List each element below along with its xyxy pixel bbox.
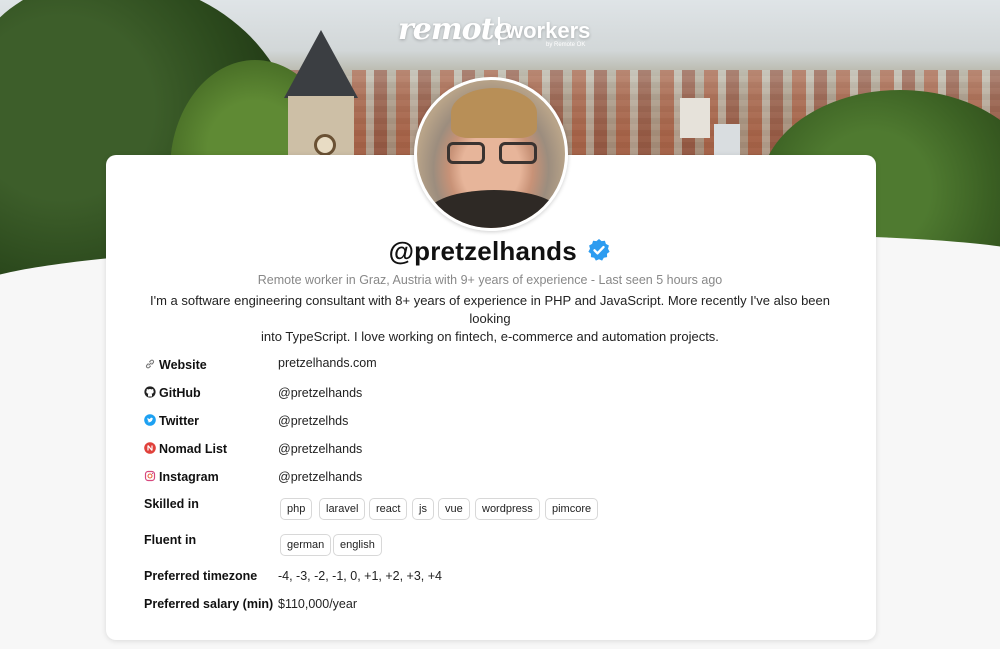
twitter-label: Twitter [144, 414, 199, 428]
instagram-link[interactable]: @pretzelhands [278, 470, 362, 484]
salary-value: $110,000/year [278, 597, 357, 611]
language-tag-english[interactable]: english [333, 534, 382, 556]
skill-tag-js[interactable]: js [412, 498, 434, 520]
hero-building [680, 98, 710, 138]
profile-handle: @pretzelhands [388, 236, 577, 266]
instagram-label: Instagram [144, 470, 219, 484]
salary-label: Preferred salary (min) [144, 597, 274, 611]
github-label: GitHub [144, 386, 201, 400]
nomadlist-icon [144, 442, 156, 454]
nomadlist-link[interactable]: @pretzelhands [278, 442, 362, 456]
skill-tag-php[interactable]: php [280, 498, 313, 520]
profile-heading: @pretzelhands [0, 236, 1000, 267]
avatar[interactable] [414, 77, 568, 231]
nomadlist-label: Nomad List [144, 442, 227, 456]
site-logo[interactable]: remote workers by Remote OK [398, 12, 598, 52]
skill-tag-pimcore[interactable]: pimcore [545, 498, 599, 520]
timezone-label: Preferred timezone [144, 569, 258, 583]
website-link[interactable]: pretzelhands.com [278, 356, 377, 370]
github-icon [144, 386, 156, 398]
logo-divider [498, 17, 500, 45]
logo-byline: by Remote OK [546, 42, 586, 48]
timezone-value: -4, -3, -2, -1, 0, +1, +2, +3, +4 [278, 569, 442, 583]
twitter-link[interactable]: @pretzelhds [278, 414, 348, 428]
profile-subline: Remote worker in Graz, Austria with 9+ y… [257, 273, 723, 287]
clock-tower-illustration [278, 30, 364, 160]
skill-tag-wordpress[interactable]: wordpress [475, 498, 540, 520]
github-link[interactable]: @pretzelhands [278, 386, 362, 400]
skill-tag-react[interactable]: react [369, 498, 408, 520]
twitter-icon [144, 414, 156, 426]
website-label: Website [144, 358, 207, 372]
verified-badge-icon [588, 238, 610, 261]
skill-tag-laravel[interactable]: laravel [319, 498, 366, 520]
languages-label: Fluent in [144, 533, 197, 547]
link-icon [145, 359, 155, 369]
skills-label: Skilled in [144, 497, 199, 511]
language-tag-german[interactable]: german [280, 534, 332, 556]
bio-line: into TypeScript. I love working on finte… [261, 329, 719, 344]
skill-tag-vue[interactable]: vue [438, 498, 470, 520]
logo-remote-text: remote [398, 12, 513, 47]
profile-bio: I'm a software engineering consultant wi… [130, 292, 850, 346]
hero-building [714, 124, 740, 156]
bio-line: I'm a software engineering consultant wi… [149, 293, 830, 326]
instagram-icon [144, 470, 156, 482]
logo-workers-text: workers [506, 18, 591, 43]
